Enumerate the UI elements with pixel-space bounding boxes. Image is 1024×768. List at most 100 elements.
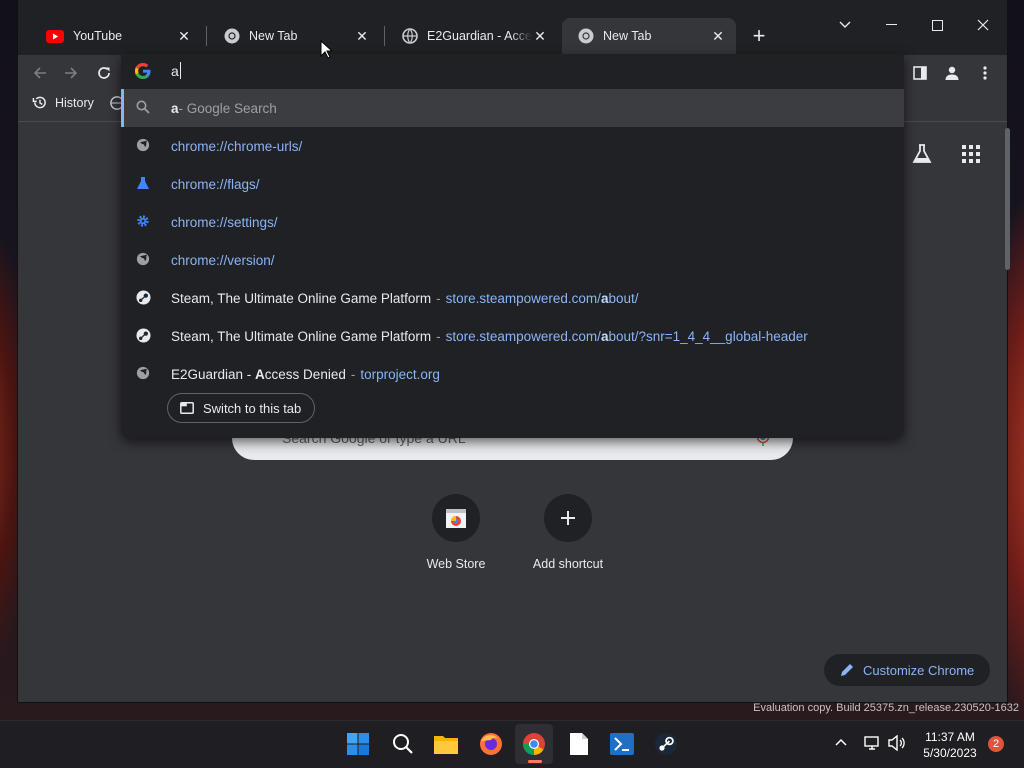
suggestion-chrome-settings[interactable]: chrome://settings/ bbox=[121, 203, 904, 241]
minimize-button[interactable] bbox=[868, 6, 914, 44]
suggestion-chrome-urls[interactable]: chrome://chrome-urls/ bbox=[121, 127, 904, 165]
chrome-icon bbox=[578, 28, 594, 44]
globe-icon bbox=[136, 366, 152, 382]
tab-title: YouTube bbox=[73, 29, 123, 43]
tab-new-tab[interactable]: New Tab ✕ bbox=[208, 18, 380, 54]
search-icon[interactable] bbox=[389, 730, 417, 758]
suggestion-title: Steam, The Ultimate Online Game Platform bbox=[171, 290, 432, 306]
title-part: ccess Denied bbox=[264, 366, 346, 382]
tab-youtube[interactable]: YouTube ✕ bbox=[30, 18, 202, 54]
gear-icon bbox=[136, 214, 152, 230]
suggestion-url: chrome://flags/ bbox=[171, 176, 260, 192]
close-icon[interactable]: ✕ bbox=[354, 28, 370, 44]
chrome-icon[interactable] bbox=[520, 730, 548, 758]
shortcut-web-store[interactable]: Web Store bbox=[406, 494, 506, 584]
shortcut-label: Web Store bbox=[426, 557, 486, 571]
youtube-icon bbox=[46, 29, 64, 43]
menu-button[interactable] bbox=[973, 61, 997, 85]
switch-to-tab-button[interactable]: Switch to this tab bbox=[167, 393, 316, 423]
pencil-icon bbox=[841, 664, 853, 676]
profile-button[interactable] bbox=[940, 61, 964, 85]
chevron-up-icon[interactable] bbox=[835, 738, 847, 746]
suggestion-separator: - bbox=[350, 366, 356, 382]
tab-title: New Tab bbox=[603, 29, 652, 43]
clock-time: 11:37 AM bbox=[925, 730, 975, 744]
suggestion-url: torproject.org bbox=[360, 366, 440, 382]
suggestion-url: chrome://chrome-urls/ bbox=[171, 138, 303, 154]
suggestion-title: E2Guardian - Access Denied bbox=[171, 367, 346, 382]
clock-date: 5/30/2023 bbox=[923, 746, 977, 760]
omnibox-input[interactable]: a bbox=[171, 63, 179, 79]
clock[interactable]: 11:37 AM 5/30/2023 bbox=[915, 729, 985, 761]
volume-icon[interactable] bbox=[888, 735, 906, 751]
google-g-icon bbox=[135, 63, 151, 79]
mouse-cursor-icon bbox=[320, 40, 332, 59]
scrollbar[interactable] bbox=[1005, 128, 1010, 270]
suggestion-title: Steam, The Ultimate Online Game Platform bbox=[171, 328, 432, 344]
bookmark-label: History bbox=[55, 95, 94, 110]
globe-icon bbox=[136, 138, 152, 154]
globe-icon bbox=[402, 28, 418, 44]
suggestion-steam-about-header[interactable]: Steam, The Ultimate Online Game Platform… bbox=[121, 317, 904, 355]
flask-icon[interactable] bbox=[911, 143, 933, 165]
maximize-icon bbox=[931, 19, 943, 31]
side-panel-button[interactable] bbox=[908, 61, 932, 85]
new-tab-button[interactable]: + bbox=[749, 23, 769, 48]
arrow-left-icon bbox=[33, 67, 46, 79]
steam-icon[interactable] bbox=[652, 730, 680, 758]
url-part: store.steampowered.com/ bbox=[445, 328, 601, 344]
steam-icon bbox=[136, 290, 152, 306]
minimize-icon bbox=[885, 24, 897, 25]
apps-grid-icon[interactable] bbox=[961, 144, 981, 164]
close-icon[interactable]: ✕ bbox=[176, 28, 192, 44]
tab-search-button[interactable] bbox=[822, 6, 868, 44]
suggestion-google-search[interactable]: a - Google Search bbox=[121, 89, 904, 127]
suggestion-chrome-flags[interactable]: chrome://flags/ bbox=[121, 165, 904, 203]
reload-button[interactable] bbox=[92, 61, 116, 85]
url-part: store.steampowered.com/ bbox=[445, 290, 601, 306]
side-panel-icon bbox=[913, 66, 927, 80]
history-icon bbox=[32, 96, 46, 109]
tab-e2guardian[interactable]: E2Guardian - Access Denied ✕ bbox=[386, 18, 558, 54]
back-button[interactable] bbox=[28, 61, 52, 85]
tab-icon bbox=[180, 402, 194, 414]
person-icon bbox=[945, 66, 959, 80]
network-icon[interactable] bbox=[864, 735, 882, 751]
chrome-icon bbox=[224, 28, 240, 44]
tab-divider bbox=[384, 26, 385, 46]
more-vert-icon bbox=[983, 66, 987, 80]
maximize-button[interactable] bbox=[914, 6, 960, 44]
windows-start-icon[interactable] bbox=[344, 730, 372, 758]
file-explorer-icon[interactable] bbox=[432, 730, 460, 758]
close-icon[interactable]: ✕ bbox=[532, 28, 548, 44]
web-store-icon bbox=[432, 494, 480, 542]
suggestion-chrome-version[interactable]: chrome://version/ bbox=[121, 241, 904, 279]
close-window-button[interactable] bbox=[960, 6, 1006, 44]
tab-new-tab-active[interactable]: New Tab ✕ bbox=[562, 18, 736, 54]
suggestion-e2guardian[interactable]: E2Guardian - Access Denied - torproject.or… bbox=[121, 355, 904, 393]
firefox-icon[interactable] bbox=[477, 730, 505, 758]
title-match: A bbox=[255, 366, 265, 382]
close-icon bbox=[977, 19, 989, 31]
notification-badge[interactable]: 2 bbox=[988, 736, 1004, 752]
powershell-icon[interactable] bbox=[608, 730, 636, 758]
suggestion-text: - Google Search bbox=[178, 100, 277, 116]
desktop-watermark: Evaluation copy. Build 25375.zn_release.… bbox=[753, 702, 1019, 714]
url-part: bout/ bbox=[608, 290, 639, 306]
close-icon[interactable]: ✕ bbox=[710, 28, 726, 44]
text-caret bbox=[180, 62, 181, 79]
forward-button[interactable] bbox=[59, 61, 83, 85]
add-shortcut-button[interactable]: Add shortcut bbox=[518, 494, 618, 584]
suggestion-url: chrome://settings/ bbox=[171, 214, 278, 230]
reload-icon bbox=[98, 67, 110, 79]
shortcut-label: Add shortcut bbox=[532, 557, 604, 571]
omnibox[interactable]: a bbox=[121, 54, 904, 88]
bookmark-history[interactable]: History bbox=[32, 95, 94, 110]
notepad-icon[interactable] bbox=[565, 730, 593, 758]
suggestion-separator: - bbox=[436, 328, 441, 344]
url-part: bout/?snr=1_4_4__global-header bbox=[608, 328, 808, 344]
plus-icon bbox=[544, 494, 592, 542]
customize-chrome-button[interactable]: Customize Chrome bbox=[824, 654, 990, 686]
running-indicator bbox=[528, 760, 542, 763]
suggestion-steam-about[interactable]: Steam, The Ultimate Online Game Platform… bbox=[121, 279, 904, 317]
